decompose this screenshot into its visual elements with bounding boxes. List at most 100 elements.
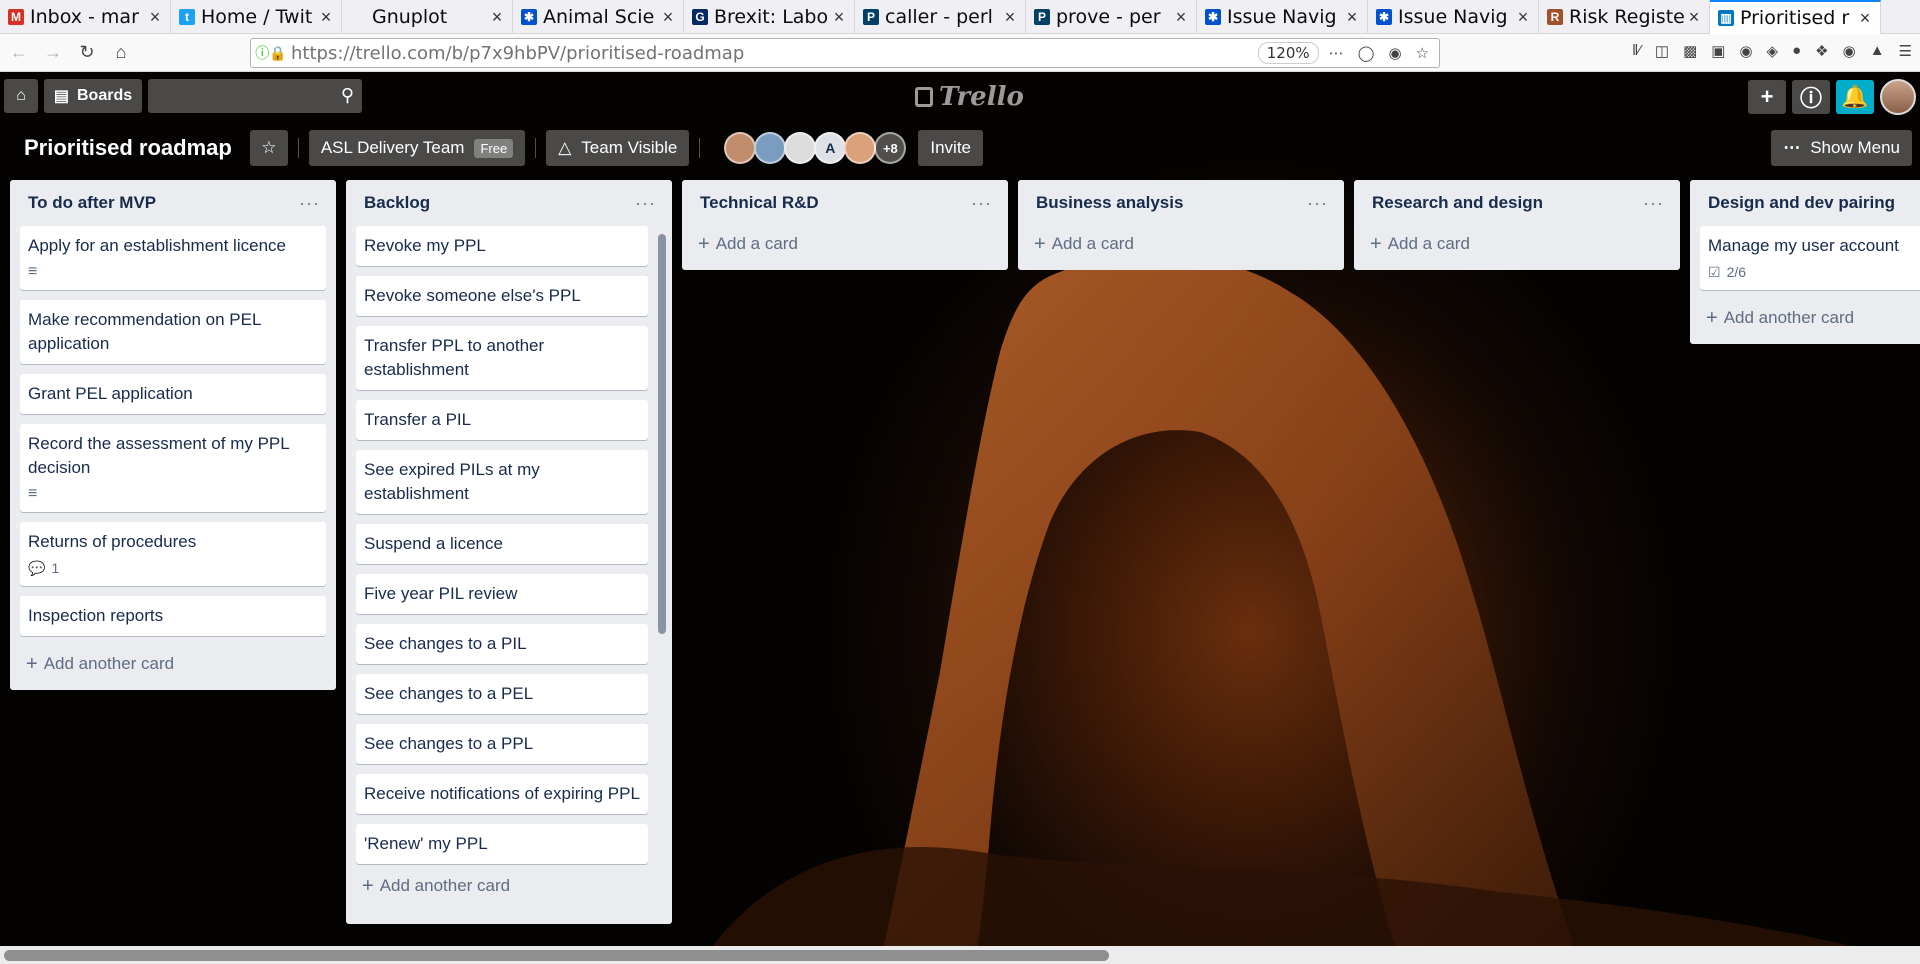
list-card[interactable]: See changes to a PEL — [356, 674, 648, 714]
browser-tab[interactable]: Pcaller - perl × — [855, 0, 1026, 34]
close-icon[interactable]: × — [317, 7, 335, 28]
lock-icon[interactable]: ⓘ🔒 — [251, 43, 291, 63]
team-button[interactable]: ASL Delivery Team Free — [308, 130, 526, 166]
list-title[interactable]: Business analysis — [1036, 193, 1183, 213]
list-menu-icon[interactable]: ··· — [1643, 193, 1664, 214]
search-input[interactable]: ⚲ — [148, 79, 362, 113]
list-card[interactable]: Inspection reports — [20, 596, 326, 636]
list-card[interactable]: Revoke someone else's PPL — [356, 276, 648, 316]
list-card[interactable]: Manage my user account ☑ 2/6 — [1700, 226, 1920, 290]
list-title[interactable]: Backlog — [364, 193, 430, 213]
close-icon[interactable]: × — [1514, 7, 1532, 28]
browser-tab[interactable]: R Risk Registe × — [1539, 0, 1710, 34]
list-scrollbar-thumb[interactable] — [658, 234, 666, 634]
list-card[interactable]: Returns of procedures 💬 1 — [20, 522, 326, 586]
close-icon[interactable]: × — [488, 7, 506, 28]
close-icon[interactable]: × — [1856, 8, 1874, 29]
add-card-button[interactable]: + Add another card — [20, 646, 326, 682]
board-title[interactable]: Prioritised roadmap — [24, 135, 232, 161]
page-actions-icon[interactable]: ⋯ — [1329, 44, 1344, 62]
browser-tab[interactable]: ✱ Issue Navig × — [1368, 0, 1539, 34]
library-icon[interactable]: ‖⁄ — [1632, 42, 1641, 60]
list-card[interactable]: Suspend a licence — [356, 524, 648, 564]
browser-tab[interactable]: Gnuplot × — [342, 0, 513, 34]
list-header[interactable]: Research and design ··· — [1364, 180, 1670, 226]
notifications-button[interactable]: 🔔 — [1836, 80, 1874, 114]
avatar[interactable] — [724, 132, 757, 164]
list-card[interactable]: See changes to a PIL — [356, 624, 648, 664]
list-card[interactable]: Grant PEL application — [20, 374, 326, 414]
info-button[interactable]: ⓘ — [1792, 80, 1830, 114]
add-card-button[interactable]: + Add another card — [356, 868, 662, 904]
zoom-level[interactable]: 120% — [1257, 42, 1319, 64]
visibility-button[interactable]: △ Team Visible — [546, 130, 690, 166]
horizontal-scrollbar[interactable] — [0, 946, 1920, 964]
list-card[interactable]: See expired PILs at my establishment — [356, 450, 648, 514]
browser-tab[interactable]: G Brexit: Labo × — [684, 0, 855, 34]
close-icon[interactable]: × — [1001, 7, 1019, 28]
star-board-button[interactable]: ☆ — [249, 130, 288, 166]
avatar[interactable] — [844, 132, 877, 164]
list-card[interactable]: Five year PIL review — [356, 574, 648, 614]
reload-icon[interactable]: ↻ — [72, 38, 102, 68]
list-card[interactable]: Revoke my PPL — [356, 226, 648, 266]
list-card[interactable]: Apply for an establishment licence ≡ — [20, 226, 326, 290]
list-menu-icon[interactable]: ··· — [635, 193, 656, 214]
url-bar[interactable]: ⓘ🔒 https://trello.com/b/p7x9hbPV/priorit… — [250, 38, 1440, 68]
close-icon[interactable]: × — [1172, 7, 1190, 28]
browser-tab[interactable]: ✱ Animal Scie × — [513, 0, 684, 34]
close-icon[interactable]: × — [146, 7, 164, 28]
browser-tab[interactable]: ▥ Prioritised r × — [1710, 0, 1881, 34]
add-card-button[interactable]: + Add another card — [1700, 300, 1920, 336]
boards-button[interactable]: ▤ Boards — [44, 79, 142, 113]
create-button[interactable]: + — [1748, 80, 1786, 114]
add-card-button[interactable]: + Add a card — [692, 226, 998, 262]
list-card[interactable]: Transfer PPL to another establishment — [356, 326, 648, 390]
avatar[interactable] — [754, 132, 787, 164]
list-menu-icon[interactable]: ··· — [971, 193, 992, 214]
extension-icon[interactable]: ❖ — [1815, 42, 1828, 60]
horizontal-scrollbar-thumb[interactable] — [4, 950, 1109, 961]
list-menu-icon[interactable]: ··· — [299, 193, 320, 214]
hamburger-menu-icon[interactable]: ☰ — [1899, 42, 1912, 60]
search-icon[interactable]: ⚲ — [341, 85, 354, 106]
list-card[interactable]: See changes to a PPL — [356, 724, 648, 764]
add-card-button[interactable]: + Add a card — [1028, 226, 1334, 262]
list-title[interactable]: Research and design — [1372, 193, 1543, 213]
list-title[interactable]: To do after MVP — [28, 193, 156, 213]
back-icon[interactable]: ← — [4, 38, 34, 68]
close-icon[interactable]: × — [659, 7, 677, 28]
close-icon[interactable]: × — [1343, 7, 1361, 28]
forward-icon[interactable]: → — [38, 38, 68, 68]
user-avatar[interactable] — [1880, 79, 1916, 115]
list-header[interactable]: Backlog ··· — [356, 180, 662, 226]
list-card[interactable]: Record the assessment of my PPL decision… — [20, 424, 326, 512]
extension-icon[interactable]: ● — [1792, 42, 1801, 60]
close-icon[interactable]: × — [1685, 7, 1703, 28]
extension-icon[interactable]: ◉ — [1843, 42, 1856, 60]
list-header[interactable]: To do after MVP ··· — [20, 180, 326, 226]
home-icon[interactable]: ⌂ — [106, 38, 136, 68]
list-card[interactable]: Make recommendation on PEL application — [20, 300, 326, 364]
list-title[interactable]: Technical R&D — [700, 193, 819, 213]
list-scrollbar[interactable] — [658, 234, 668, 880]
avatar[interactable] — [784, 132, 817, 164]
browser-tab[interactable]: t Home / Twit × — [171, 0, 342, 34]
browser-tab[interactable]: Pprove - per × — [1026, 0, 1197, 34]
extension-icon[interactable]: ▩ — [1683, 42, 1697, 60]
sidebar-icon[interactable]: ◫ — [1655, 42, 1669, 60]
trello-logo[interactable]: Trello — [915, 82, 1024, 112]
list-title[interactable]: Design and dev pairing — [1708, 193, 1895, 213]
list-card[interactable]: Transfer a PIL — [356, 400, 648, 440]
avatar[interactable]: A — [814, 132, 847, 164]
browser-tab[interactable]: M Inbox - mar × — [0, 0, 171, 34]
bookmark-star-icon[interactable]: ☆ — [1416, 44, 1429, 62]
extension-icon[interactable]: ▣ — [1711, 42, 1725, 60]
extension-icon[interactable]: ◈ — [1767, 42, 1779, 60]
browser-tab[interactable]: ✱ Issue Navig × — [1197, 0, 1368, 34]
add-card-button[interactable]: + Add a card — [1364, 226, 1670, 262]
list-header[interactable]: Business analysis ··· — [1028, 180, 1334, 226]
invite-button[interactable]: Invite — [918, 130, 983, 166]
list-card[interactable]: 'Renew' my PPL — [356, 824, 648, 864]
extension-icon[interactable]: ▲ — [1870, 42, 1885, 60]
